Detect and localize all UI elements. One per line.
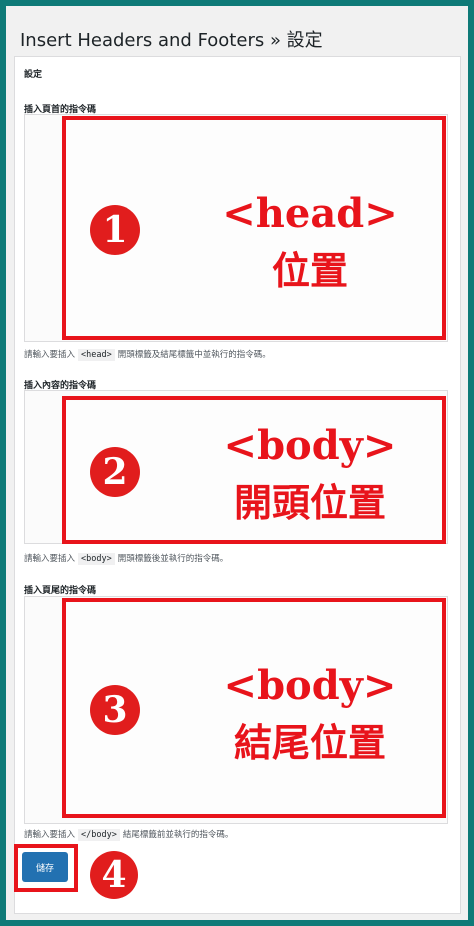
head-help-text: 請輸入要插入 <head> 開頭標籤及結尾標籤中並執行的指令碼。 [24,348,271,361]
head-annotation-title: <head> [222,190,398,237]
help-prefix: 請輸入要插入 [24,554,76,564]
head-code-tag: <head> [78,349,115,361]
help-prefix: 請輸入要插入 [24,350,76,360]
help-suffix: 開頭標籤後並執行的指令碼。 [117,554,229,564]
panel-heading: 設定 [24,70,43,80]
step-3-badge: 3 [90,685,140,735]
body-code-tag: <body> [78,553,115,565]
save-button[interactable]: 儲存 [22,852,68,882]
footer-annotation-subtitle: 結尾位置 [233,720,386,765]
step-2-badge: 2 [90,447,140,497]
page-title: Insert Headers and Footers » 設定 [20,30,323,51]
footer-code-tag: </body> [78,829,120,841]
body-help-text: 請輸入要插入 <body> 開頭標籤後並執行的指令碼。 [24,552,229,565]
footer-help-text: 請輸入要插入 </body> 結尾標籤前並執行的指令碼。 [24,828,234,841]
body-annotation-subtitle: 開頭位置 [233,480,386,525]
footer-scripts-label: 插入頁尾的指令碼 [24,586,97,596]
help-prefix: 請輸入要插入 [24,830,76,840]
head-annotation-subtitle: 位置 [271,248,348,293]
help-suffix: 開頭標籤及結尾標籤中並執行的指令碼。 [117,350,271,360]
footer-annotation-title: <body> [223,662,397,709]
step-4-badge: 4 [90,851,138,899]
help-suffix: 結尾標籤前並執行的指令碼。 [122,830,234,840]
step-1-badge: 1 [90,205,140,255]
body-annotation-title: <body> [223,422,397,469]
